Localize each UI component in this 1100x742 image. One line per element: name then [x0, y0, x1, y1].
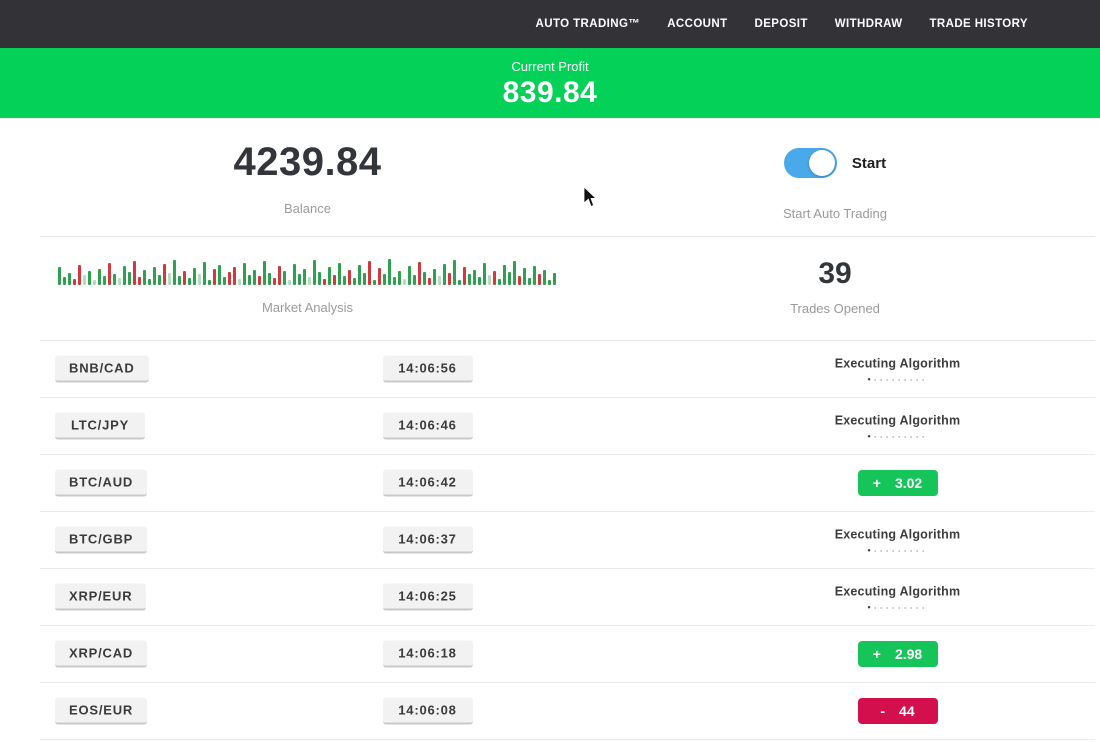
table-row: XRP/CAD 14:06:18 + 2.98: [40, 626, 1095, 683]
badge-sign: +: [873, 475, 881, 491]
nav-item-account[interactable]: ACCOUNT: [667, 18, 727, 30]
profit-badge: + 2.98: [858, 641, 938, 667]
progress-dots: •·········: [790, 604, 1005, 612]
badge-sign: +: [873, 646, 881, 662]
time-chip: 14:06:46: [383, 413, 473, 440]
nav-item-trade-history[interactable]: TRADE HISTORY: [930, 18, 1029, 30]
badge-value: 3.02: [895, 475, 922, 491]
pair-chip[interactable]: BTC/AUD: [55, 470, 147, 497]
time-chip: 14:06:18: [383, 641, 473, 668]
balance-label: Balance: [284, 201, 331, 216]
pair-chip[interactable]: BNB/CAD: [55, 356, 149, 383]
current-profit-label: Current Profit: [511, 59, 588, 74]
status-executing: Executing Algorithm •·········: [790, 583, 1005, 612]
pair-chip[interactable]: XRP/CAD: [55, 641, 147, 668]
market-analysis-block: Market Analysis: [40, 257, 575, 315]
time-chip: 14:06:08: [383, 698, 473, 725]
market-analysis-chart: [40, 257, 575, 285]
table-row: BTC/GBP 14:06:37 Executing Algorithm •··…: [40, 512, 1095, 569]
mouse-cursor-icon: [583, 187, 597, 208]
trades-opened-block: 39 Trades Opened: [620, 257, 1050, 316]
table-row: BNB/CAD 14:06:56 Executing Algorithm •··…: [40, 341, 1095, 398]
pair-chip[interactable]: XRP/EUR: [55, 584, 146, 611]
trades-opened-value: 39: [818, 257, 851, 291]
profit-badge: + 3.02: [858, 470, 938, 496]
toggle-label: Start: [852, 155, 886, 172]
nav-item-withdraw[interactable]: WITHDRAW: [835, 18, 903, 30]
executing-label: Executing Algorithm: [835, 414, 961, 428]
executing-label: Executing Algorithm: [835, 585, 961, 599]
table-row: EOS/EUR 14:06:08 - 44: [40, 683, 1095, 740]
auto-trading-toggle[interactable]: [784, 148, 837, 178]
market-analysis-label: Market Analysis: [262, 300, 353, 315]
time-chip: 14:06:42: [383, 470, 473, 497]
status-executing: Executing Algorithm •·········: [790, 526, 1005, 555]
nav-item-deposit[interactable]: DEPOSIT: [755, 18, 808, 30]
status-executing: Executing Algorithm •·········: [790, 355, 1005, 384]
badge-sign: -: [880, 703, 885, 719]
current-profit-value: 839.84: [503, 76, 598, 110]
current-profit-banner: Current Profit 839.84: [0, 48, 1100, 118]
progress-dots: •·········: [790, 376, 1005, 384]
executing-label: Executing Algorithm: [835, 528, 961, 542]
status-executing: Executing Algorithm •·········: [790, 412, 1005, 441]
time-chip: 14:06:37: [383, 527, 473, 554]
table-row: XRP/EUR 14:06:25 Executing Algorithm •··…: [40, 569, 1095, 626]
progress-dots: •·········: [790, 547, 1005, 555]
trades-table: BNB/CAD 14:06:56 Executing Algorithm •··…: [40, 341, 1095, 740]
balance-block: 4239.84 Balance: [40, 140, 575, 216]
auto-trading-label: Start Auto Trading: [783, 206, 887, 221]
nav-item-auto-trading[interactable]: AUTO TRADING™: [536, 18, 641, 30]
pair-chip[interactable]: LTC/JPY: [55, 413, 145, 440]
auto-trading-block: Start Start Auto Trading: [620, 140, 1050, 221]
top-nav: AUTO TRADING™ ACCOUNT DEPOSIT WITHDRAW T…: [0, 0, 1100, 48]
loss-badge: - 44: [858, 698, 938, 724]
badge-value: 2.98: [895, 646, 922, 662]
time-chip: 14:06:56: [383, 356, 473, 383]
pair-chip[interactable]: EOS/EUR: [55, 698, 147, 725]
table-row: BTC/AUD 14:06:42 + 3.02: [40, 455, 1095, 512]
trades-opened-label: Trades Opened: [790, 301, 880, 316]
executing-label: Executing Algorithm: [835, 357, 961, 371]
time-chip: 14:06:25: [383, 584, 473, 611]
table-row: LTC/JPY 14:06:46 Executing Algorithm •··…: [40, 398, 1095, 455]
pair-chip[interactable]: BTC/GBP: [55, 527, 147, 554]
balance-value: 4239.84: [233, 140, 381, 185]
balance-section: 4239.84 Balance Start Start Auto Trading: [40, 118, 1095, 237]
badge-value: 44: [899, 703, 915, 719]
progress-dots: •·········: [790, 433, 1005, 441]
toggle-knob: [809, 150, 835, 176]
market-section: Market Analysis 39 Trades Opened: [40, 237, 1095, 341]
